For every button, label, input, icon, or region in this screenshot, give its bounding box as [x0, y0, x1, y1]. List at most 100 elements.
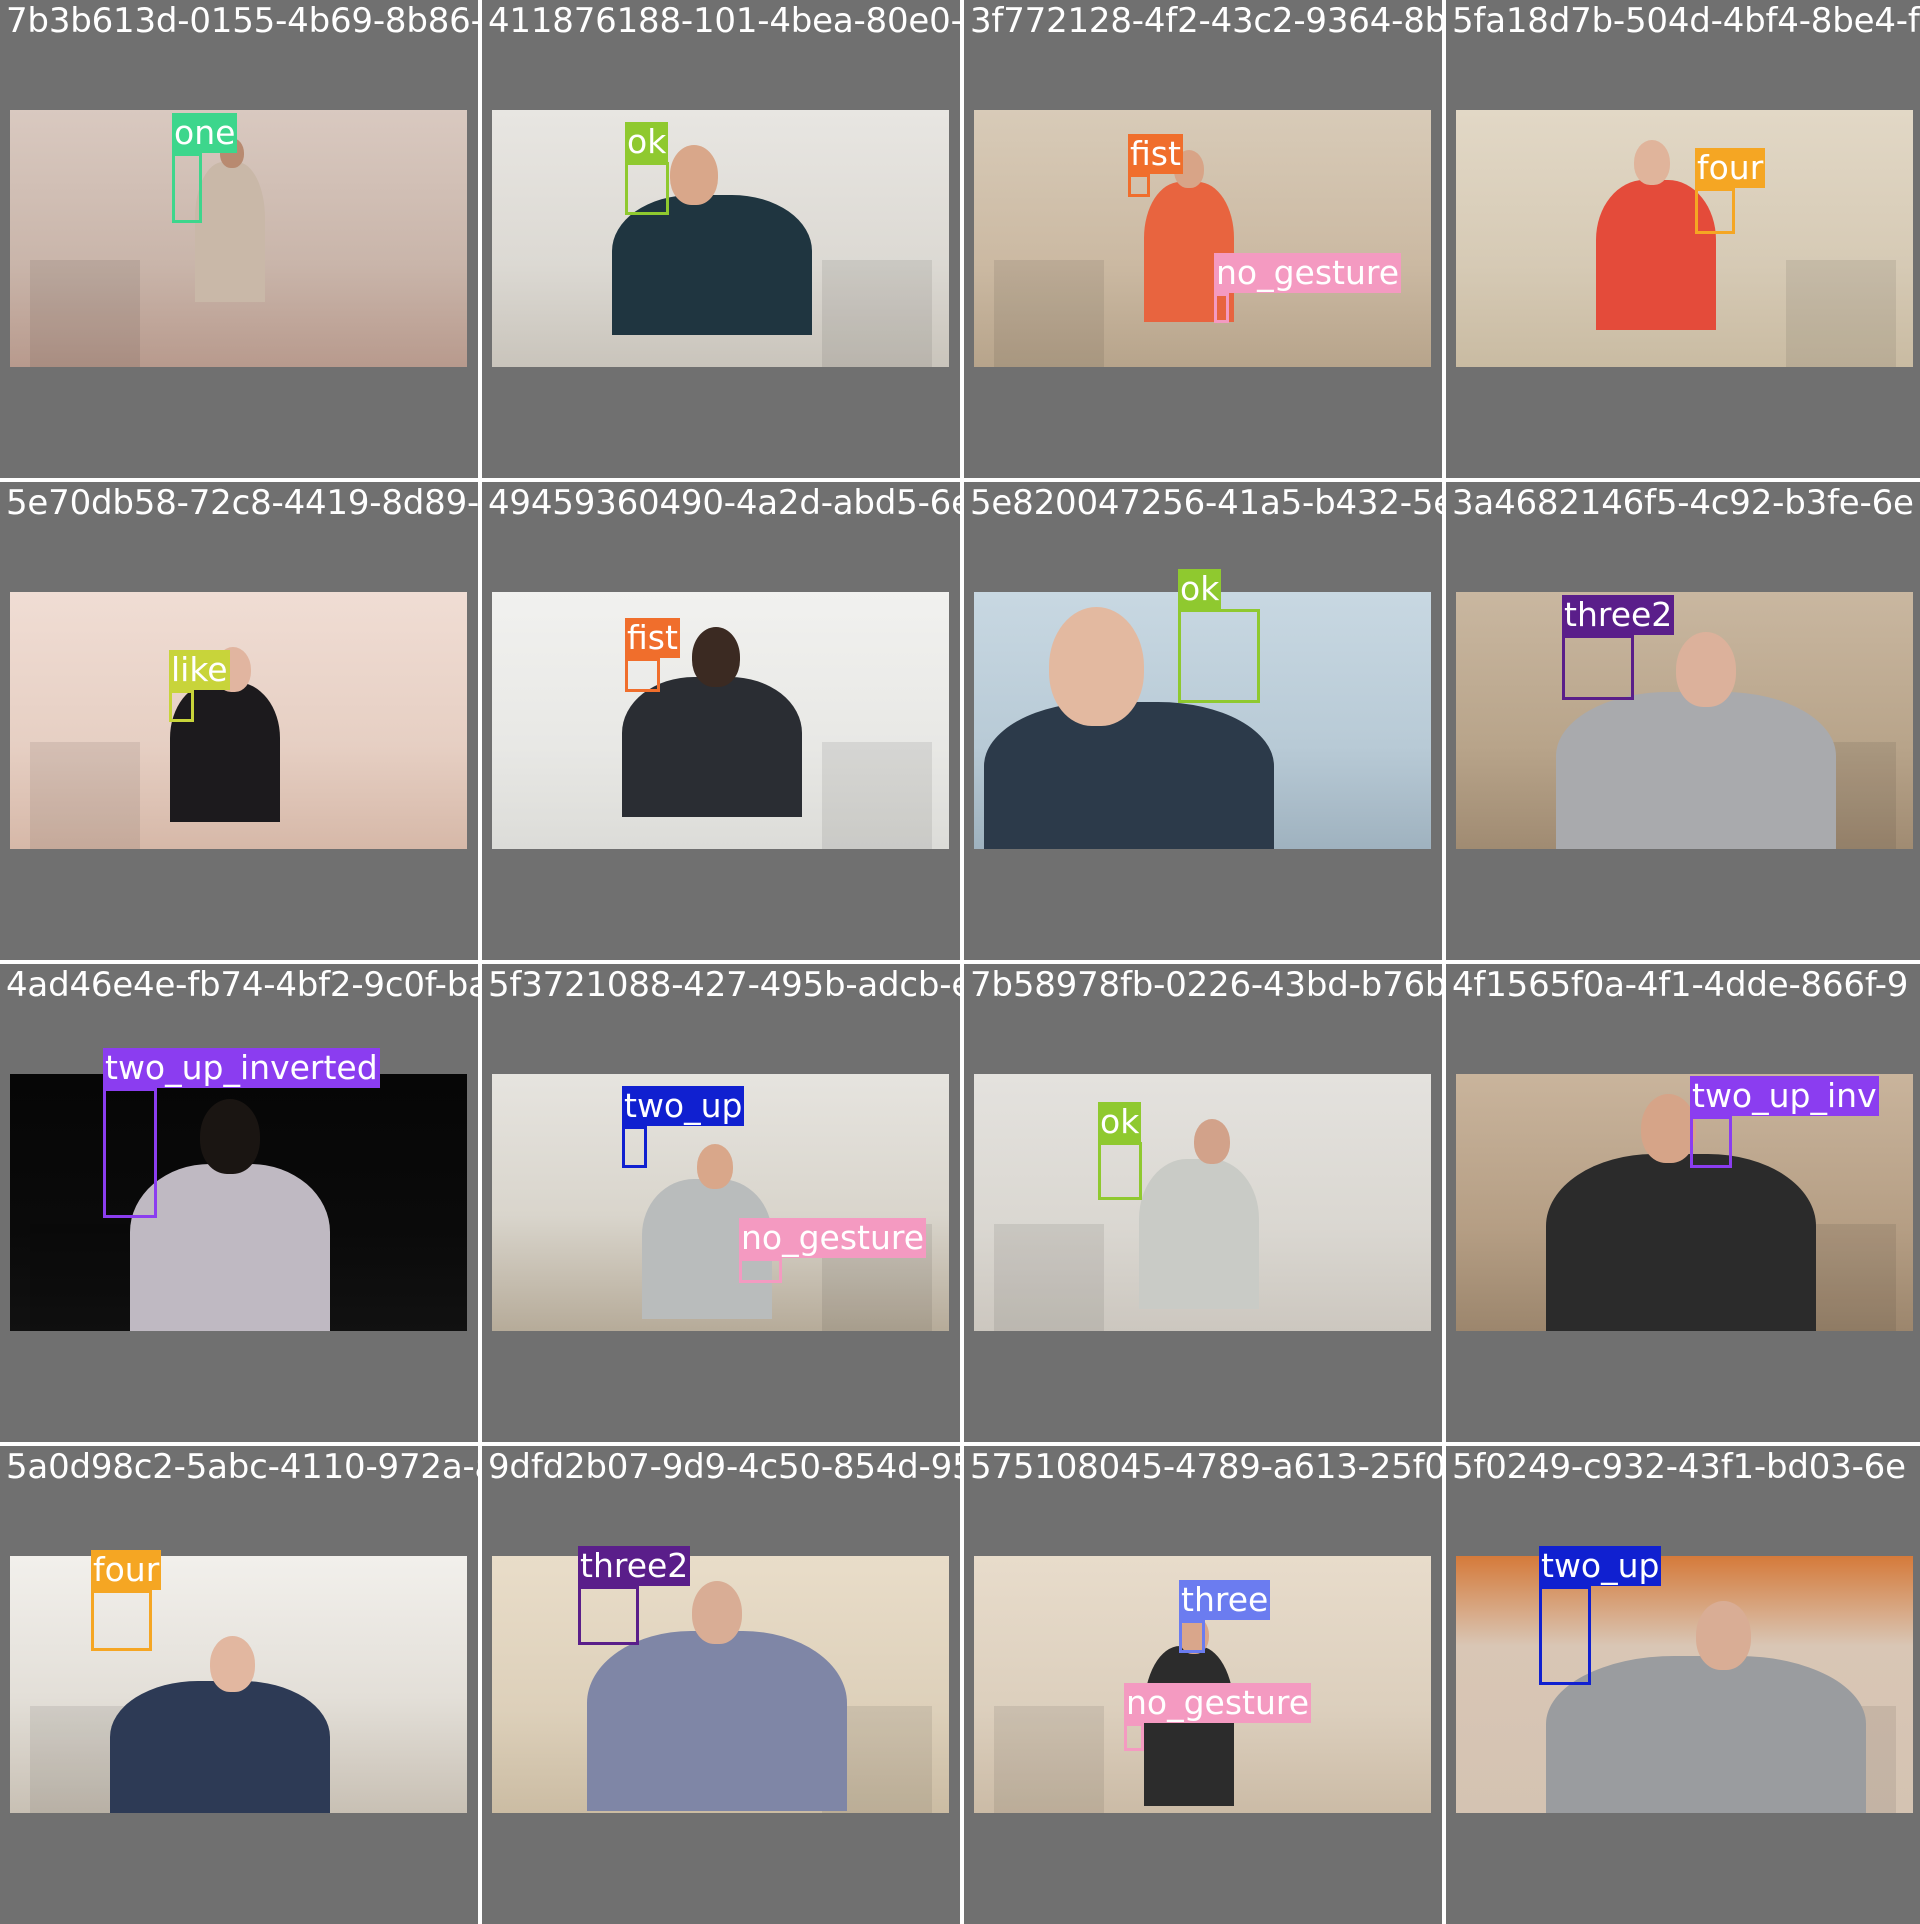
grid-cell: 4f1565f0a-4f1-4dde-866f-9 two_up_inv	[1446, 964, 1920, 1442]
person-torso	[1556, 692, 1836, 849]
sample-photo	[1456, 592, 1913, 849]
background-furniture	[30, 742, 140, 849]
image-grid: 7b3b613d-0155-4b69-8b86-4b6f37c8f10.jpg o…	[0, 0, 1920, 1924]
person-head	[1696, 1601, 1751, 1670]
person-torso	[110, 1681, 330, 1813]
sample-photo	[492, 110, 949, 367]
sample-photo	[10, 1556, 467, 1813]
grid-cell: 9dfd2b07-9d9-4c50-854d-95751008045.jpg th…	[482, 1446, 960, 1924]
grid-cell: 49459360490-4a2d-abd5-6ea20047256.jpg fis…	[482, 482, 960, 960]
person-torso	[1546, 1656, 1866, 1813]
sample-photo	[974, 1074, 1431, 1331]
bounding-box	[103, 1088, 157, 1218]
bounding-box	[625, 162, 669, 215]
sample-photo	[492, 1556, 949, 1813]
bounding-box-label: one	[172, 113, 238, 153]
person-torso	[195, 162, 265, 302]
image-filename: 5e820047256-41a5-b432-5e4682146f5.jpg	[970, 483, 1442, 523]
bounding-box-label: fist	[625, 618, 680, 658]
grid-cell: 7b3b613d-0155-4b69-8b86-4b6f37c8f10.jpg o…	[0, 0, 478, 478]
person-head	[692, 1581, 742, 1644]
grid-cell: 575108045-4789-a613-25f0249-c932.jpg thre…	[964, 1446, 1442, 1924]
image-filename: 5e70db58-72c8-4419-8d89-e9459360490.jpg	[6, 483, 478, 523]
person-head	[692, 627, 740, 687]
image-filename: 5f3721088-427-495b-adcb-e7b58978fb.jpg	[488, 965, 960, 1005]
sample-photo	[10, 592, 467, 849]
bounding-box	[625, 658, 660, 692]
grid-cell: 5f3721088-427-495b-adcb-e7b58978fb.jpg tw…	[482, 964, 960, 1442]
image-filename: 5fa18d7b-504d-4bf4-8be4-f1	[1452, 1, 1920, 41]
person-head	[210, 1636, 255, 1692]
bounding-box-label: no_gesture	[1214, 253, 1402, 293]
person-head	[200, 1099, 260, 1174]
image-filename: 9dfd2b07-9d9-4c50-854d-95751008045.jpg	[488, 1447, 960, 1487]
background-furniture	[994, 1224, 1104, 1331]
person-head	[1634, 140, 1670, 185]
grid-cell: 7b58978fb-0226-43bd-b76b-4f1565f0a-4f.jp…	[964, 964, 1442, 1442]
person-torso	[984, 702, 1274, 849]
person-head	[1049, 607, 1144, 726]
background-furniture	[994, 260, 1104, 367]
image-filename: 7b58978fb-0226-43bd-b76b-4f1565f0a-4f.jp…	[970, 965, 1442, 1005]
bounding-box	[1539, 1586, 1591, 1685]
bounding-box	[622, 1126, 647, 1168]
bounding-box-label: four	[1695, 148, 1766, 188]
bounding-box-label: no_gesture	[739, 1218, 927, 1258]
bounding-box	[1690, 1116, 1732, 1168]
sample-photo	[1456, 110, 1913, 367]
image-filename: 3a4682146f5-4c92-b3fe-6e	[1452, 483, 1914, 523]
bounding-box	[91, 1590, 152, 1651]
bounding-box	[172, 153, 202, 223]
background-furniture	[822, 742, 932, 849]
grid-cell: 4ad46e4e-fb74-4bf2-9c0f-ba5f3721088-427.…	[0, 964, 478, 1442]
person-torso	[130, 1164, 330, 1331]
person-torso	[622, 677, 802, 817]
bounding-box-label: three2	[1562, 595, 1675, 635]
bounding-box	[1695, 188, 1735, 234]
image-filename: 7b3b613d-0155-4b69-8b86-4b6f37c8f10.jpg	[6, 1, 478, 41]
bounding-box	[1179, 1620, 1205, 1653]
sample-photo	[974, 110, 1431, 367]
bounding-box	[1128, 174, 1150, 197]
grid-cell: 5fa18d7b-504d-4bf4-8be4-f1 four	[1446, 0, 1920, 478]
image-filename: 3f772128-4f2-43c2-9364-8ba13d7b5049.jpg	[970, 1, 1442, 41]
sample-photo	[492, 592, 949, 849]
bounding-box-label: like	[169, 650, 230, 690]
bounding-box	[1098, 1142, 1142, 1200]
bounding-box-label: fist	[1128, 134, 1183, 174]
image-filename: 575108045-4789-a613-25f0249-c932.jpg	[970, 1447, 1442, 1487]
bounding-box-label: two_up_inv	[1690, 1076, 1879, 1116]
sample-photo	[1456, 1556, 1913, 1813]
bounding-box-label: two_up	[1539, 1546, 1662, 1586]
grid-cell: 3a4682146f5-4c92-b3fe-6e three2	[1446, 482, 1920, 960]
image-filename: 49459360490-4a2d-abd5-6ea20047256.jpg	[488, 483, 960, 523]
image-filename: 4f1565f0a-4f1-4dde-866f-9	[1452, 965, 1909, 1005]
bounding-box-label: three2	[578, 1546, 691, 1586]
bounding-box	[739, 1258, 782, 1283]
sample-photo	[10, 1074, 467, 1331]
image-filename: 5f0249-c932-43f1-bd03-6e	[1452, 1447, 1906, 1487]
person-head	[1194, 1119, 1230, 1164]
image-filename: 5a0d98c2-5abc-4110-972a-a9dfd2b07-9d9.jp…	[6, 1447, 478, 1487]
grid-cell: 411876188-101-4bea-80e0-1a7f7d2c43470.jp…	[482, 0, 960, 478]
person-head	[1676, 632, 1736, 707]
bounding-box-label: no_gesture	[1124, 1683, 1312, 1723]
background-furniture	[994, 1706, 1104, 1813]
bounding-box	[169, 690, 194, 722]
bounding-box	[578, 1586, 639, 1645]
bounding-box-label: two_up_inverted	[103, 1048, 380, 1088]
bounding-box-label: ok	[625, 122, 669, 162]
background-furniture	[1786, 260, 1896, 367]
bounding-box-label: ok	[1178, 569, 1222, 609]
person-torso	[1139, 1159, 1259, 1309]
person-head	[1641, 1094, 1696, 1163]
bounding-box	[1124, 1723, 1144, 1751]
image-filename: 4ad46e4e-fb74-4bf2-9c0f-ba5f3721088-427.…	[6, 965, 478, 1005]
bounding-box-label: two_up	[622, 1086, 745, 1126]
bounding-box	[1178, 609, 1260, 703]
bounding-box	[1214, 293, 1229, 323]
bounding-box-label: three	[1179, 1580, 1271, 1620]
grid-cell: 3f772128-4f2-43c2-9364-8ba13d7b5049.jpg f…	[964, 0, 1442, 478]
sample-photo	[10, 110, 467, 367]
background-furniture	[30, 260, 140, 367]
